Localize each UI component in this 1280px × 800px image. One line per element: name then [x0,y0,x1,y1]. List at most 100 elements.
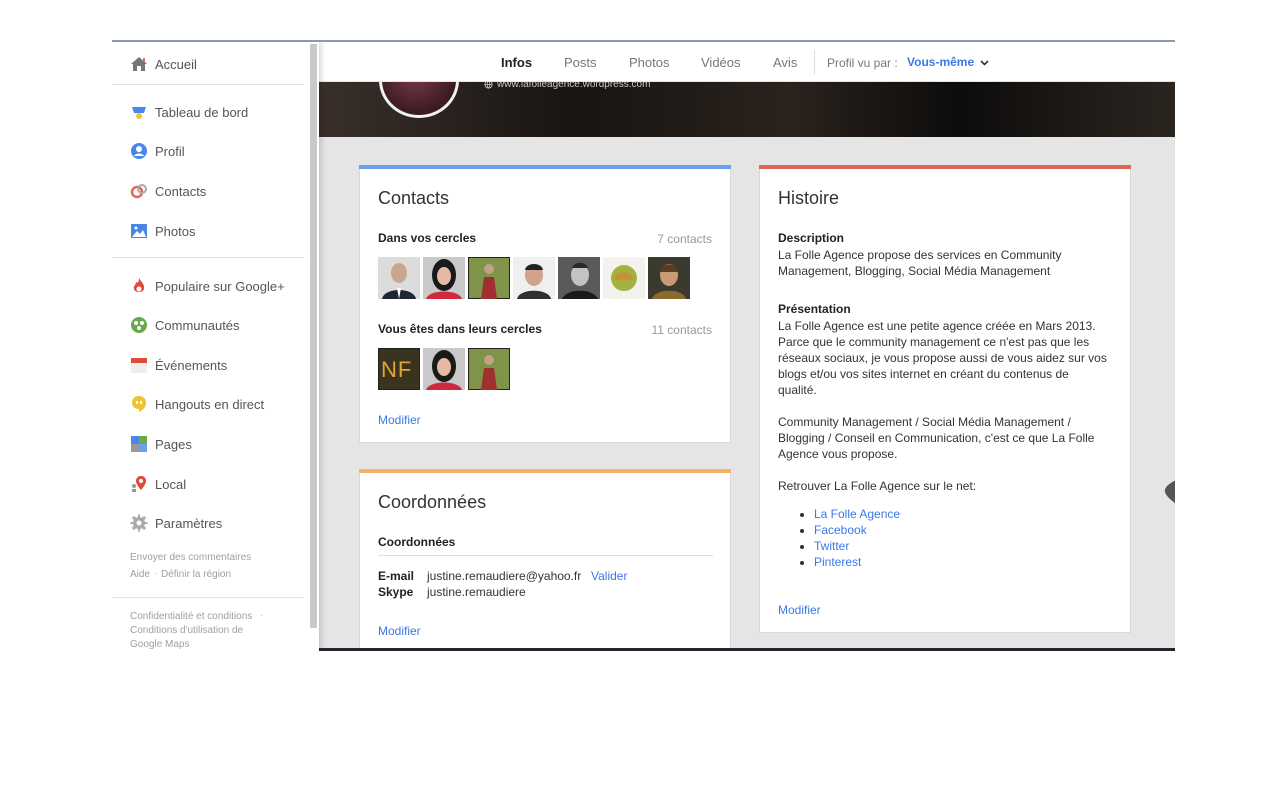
region-link[interactable]: Définir la région [161,569,231,580]
validate-email-link[interactable]: Valider [591,569,627,583]
sidebar-item-local[interactable]: Local [130,473,186,495]
sidebar-item-hangouts[interactable]: Hangouts en direct [130,393,264,415]
tab-infos[interactable]: Infos [501,55,532,70]
text-line: La Folle Agence est une petite agence cr… [778,319,1096,333]
local-icon [130,475,148,493]
contact-avatar[interactable] [603,257,645,299]
text-line: Agence vous propose. [778,447,898,461]
skype-value: justine.remaudiere [427,585,526,599]
tab-photos[interactable]: Photos [629,55,669,70]
card-accent-bar [359,165,731,169]
website-url: www.lafolleagence.wordpress.com [497,82,651,90]
link-pinterest[interactable]: Pinterest [814,555,861,569]
coordinates-section-label: Coordonnées [378,535,456,549]
card-title: Histoire [778,188,840,208]
in-their-circles-label: Vous êtes dans leurs cercles [378,322,542,336]
sidebar-divider [112,84,305,85]
story-edit-link[interactable]: Modifier [778,603,821,617]
home-icon [130,55,148,73]
description-label: Description [778,231,845,245]
in-circles-count[interactable]: 7 contacts [657,232,712,246]
tab-avis[interactable]: Avis [773,55,797,70]
contact-avatar[interactable] [558,257,600,299]
settings-icon [130,514,148,532]
sidebar-item-accueil[interactable]: Accueil [130,53,197,75]
email-label: E-mail [378,569,415,583]
sidebar-item-tableau-de-bord[interactable]: Tableau de bord [130,101,248,123]
card-title: Contacts [378,188,450,208]
dashboard-icon [130,103,148,121]
story-card: Histoire Description La Folle Agence pro… [759,165,1131,633]
communities-icon [130,316,148,334]
contacts-edit-link[interactable]: Modifier [378,413,421,427]
presentation-label: Présentation [778,302,851,316]
help-link[interactable]: Aide [130,569,150,580]
chevron-down-icon [980,60,990,66]
contact-avatar[interactable] [648,257,690,299]
list-item: Pinterest [814,554,900,570]
services-text: Community Management / Social Média Mana… [778,414,1114,462]
contact-avatar[interactable] [468,348,510,390]
sidebar-item-pages[interactable]: Pages [130,433,192,455]
text-line: blogs et/ou vos sites internet en créant… [778,367,1069,381]
section-divider [378,555,713,556]
link-facebook[interactable]: Facebook [814,523,867,537]
events-icon [130,356,148,374]
link-la-folle-agence[interactable]: La Folle Agence [814,507,900,521]
text-line: Management, Blogging, Social Média Manag… [778,264,1051,278]
tab-posts[interactable]: Posts [564,55,597,70]
sidebar-item-photos[interactable]: Photos [130,220,195,242]
sidebar-divider [112,257,305,258]
viewed-by-dropdown[interactable]: Vous-même [907,55,990,69]
contact-avatar[interactable] [423,348,465,390]
contact-avatar[interactable] [513,257,555,299]
contact-avatar[interactable] [468,257,510,299]
link-twitter[interactable]: Twitter [814,539,849,553]
privacy-link[interactable]: Confidentialité et conditions [130,611,252,622]
contacts-icon [130,182,148,200]
contact-avatar[interactable] [378,257,420,299]
sidebar-item-evenements[interactable]: Événements [130,354,227,376]
in-their-circles-count[interactable]: 11 contacts [652,323,712,337]
in-circles-avatars [378,257,690,299]
profile-icon [130,142,148,160]
profile-tab-bar: Infos Posts Photos Vidéos Avis Profil vu… [319,42,1175,82]
list-item: Twitter [814,538,900,554]
pages-icon [130,435,148,453]
website-link[interactable]: www.lafolleagence.wordpress.com [484,82,650,90]
coordinates-card: Coordonnées Coordonnées E-mail justine.r… [359,469,731,651]
coordinates-edit-link[interactable]: Modifier [378,624,421,638]
text-line: qualité. [778,383,817,397]
sidebar-divider [112,597,305,598]
separator-dot: · [260,610,264,621]
contact-avatar[interactable]: NF [378,348,420,390]
cover-photo: www.lafolleagence.wordpress.com [319,82,1175,137]
profile-avatar[interactable] [379,82,459,118]
sidebar-item-contacts[interactable]: Contacts [130,180,206,202]
presentation-text: La Folle Agence est une petite agence cr… [778,318,1114,398]
find-us-text: Retrouver La Folle Agence sur le net: [778,479,977,493]
skype-label: Skype [378,585,414,599]
globe-icon [484,82,493,89]
scroll-handle-icon[interactable] [1162,478,1175,506]
sidebar-menu: Accueil Tableau de bord Profil Contacts [112,42,319,651]
feedback-link[interactable]: Envoyer des commentaires [130,552,251,563]
in-their-circles-avatars: NF [378,348,510,390]
sidebar-item-communautes[interactable]: Communautés [130,314,240,336]
tab-videos[interactable]: Vidéos [701,55,741,70]
viewed-by-label: Profil vu par : [827,56,898,70]
hangouts-icon [130,395,148,413]
sidebar-item-parametres[interactable]: Paramètres [130,512,222,534]
contact-avatar[interactable] [423,257,465,299]
sidebar-scrollbar[interactable] [310,44,317,628]
viewed-by-value: Vous-même [907,55,975,69]
card-title: Coordonnées [378,492,487,512]
sidebar-item-profil[interactable]: Profil [130,140,185,162]
card-accent-bar [759,165,1131,169]
text-line: réseaux sociaux, je vous propose aussi d… [778,351,1107,365]
card-accent-bar [359,469,731,473]
maps-terms-link[interactable]: Conditions d'utilisation de [130,625,243,636]
maps-terms-link-cont[interactable]: Google Maps [130,639,189,650]
list-item: La Folle Agence [814,506,900,522]
sidebar-item-populaire[interactable]: Populaire sur Google+ [130,275,285,297]
